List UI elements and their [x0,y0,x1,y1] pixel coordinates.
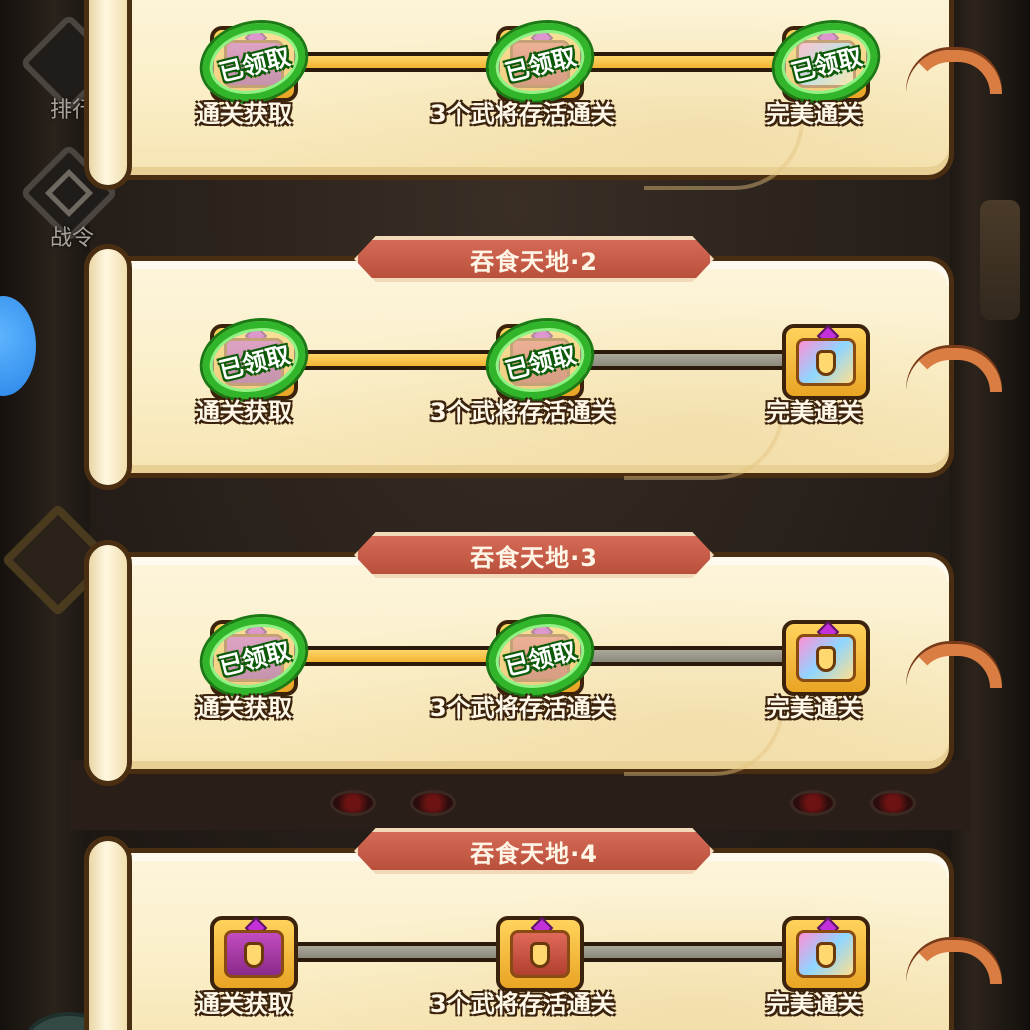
background-ornament [790,790,836,816]
progress-segment [574,646,794,666]
stage-title-banner: 吞食天地·4 [354,828,714,874]
stage-card: 吞食天地·4 通关获取 3个武将存活通关 完美通关 [84,828,1002,1030]
reward-node[interactable]: 已领取 [480,310,600,410]
reward-node-label: 3个武将存活通关 [430,990,615,1018]
reward-node[interactable] [492,910,588,994]
reward-node-label: 通关获取 [196,990,292,1018]
progress-segment [574,942,794,962]
reward-node-label: 3个武将存活通关 [430,398,615,426]
scroll-roll [84,540,132,786]
reward-node[interactable]: 已领取 [766,12,886,112]
scroll-roll [84,244,132,490]
background-ornament [410,790,456,816]
stage-title-banner: 吞食天地·2 [354,236,714,282]
background-ornament [330,790,376,816]
scroll-roll [84,836,132,1030]
stage-title-banner: 吞食天地·3 [354,532,714,578]
reward-node-label: 通关获取 [196,398,292,426]
progress-segment [289,942,509,962]
reward-node-label: 3个武将存活通关 [430,100,615,128]
reward-node[interactable]: 已领取 [194,310,314,410]
reward-node[interactable] [778,614,874,698]
progress-segment [289,350,509,370]
stage-card: 已领取 通关获取 已领取 3个武将存活通关 已领取 完美通关 [84,0,1002,190]
reward-node-label: 完美通关 [766,694,862,722]
chest-icon [210,916,298,992]
reward-node[interactable]: 已领取 [194,606,314,706]
reward-node-label: 完美通关 [766,398,862,426]
reward-node-label: 通关获取 [196,694,292,722]
reward-node-label: 3个武将存活通关 [430,694,615,722]
scroll-roll [84,0,132,190]
reward-node-label: 完美通关 [766,990,862,1018]
reward-node[interactable] [206,910,302,994]
reward-node[interactable]: 已领取 [480,12,600,112]
chest-icon [782,324,870,400]
reward-node-label: 通关获取 [196,100,292,128]
stage-card: 吞食天地·3 已领取 通关获取 已领取 3个武将存活通关 完美通关 [84,532,1002,786]
reward-node[interactable]: 已领取 [194,12,314,112]
chest-icon [782,620,870,696]
chest-icon [496,916,584,992]
reward-node[interactable] [778,910,874,994]
background-lantern [980,200,1020,320]
progress-segment [289,52,509,72]
reward-node[interactable] [778,318,874,402]
progress-segment [574,350,794,370]
progress-segment [289,646,509,666]
reward-node-label: 完美通关 [766,100,862,128]
reward-node[interactable]: 已领取 [480,606,600,706]
background-ornament [870,790,916,816]
progress-segment [574,52,794,72]
stage-card: 吞食天地·2 已领取 通关获取 已领取 3个武将存活通关 完美通关 [84,236,1002,490]
chest-icon [782,916,870,992]
